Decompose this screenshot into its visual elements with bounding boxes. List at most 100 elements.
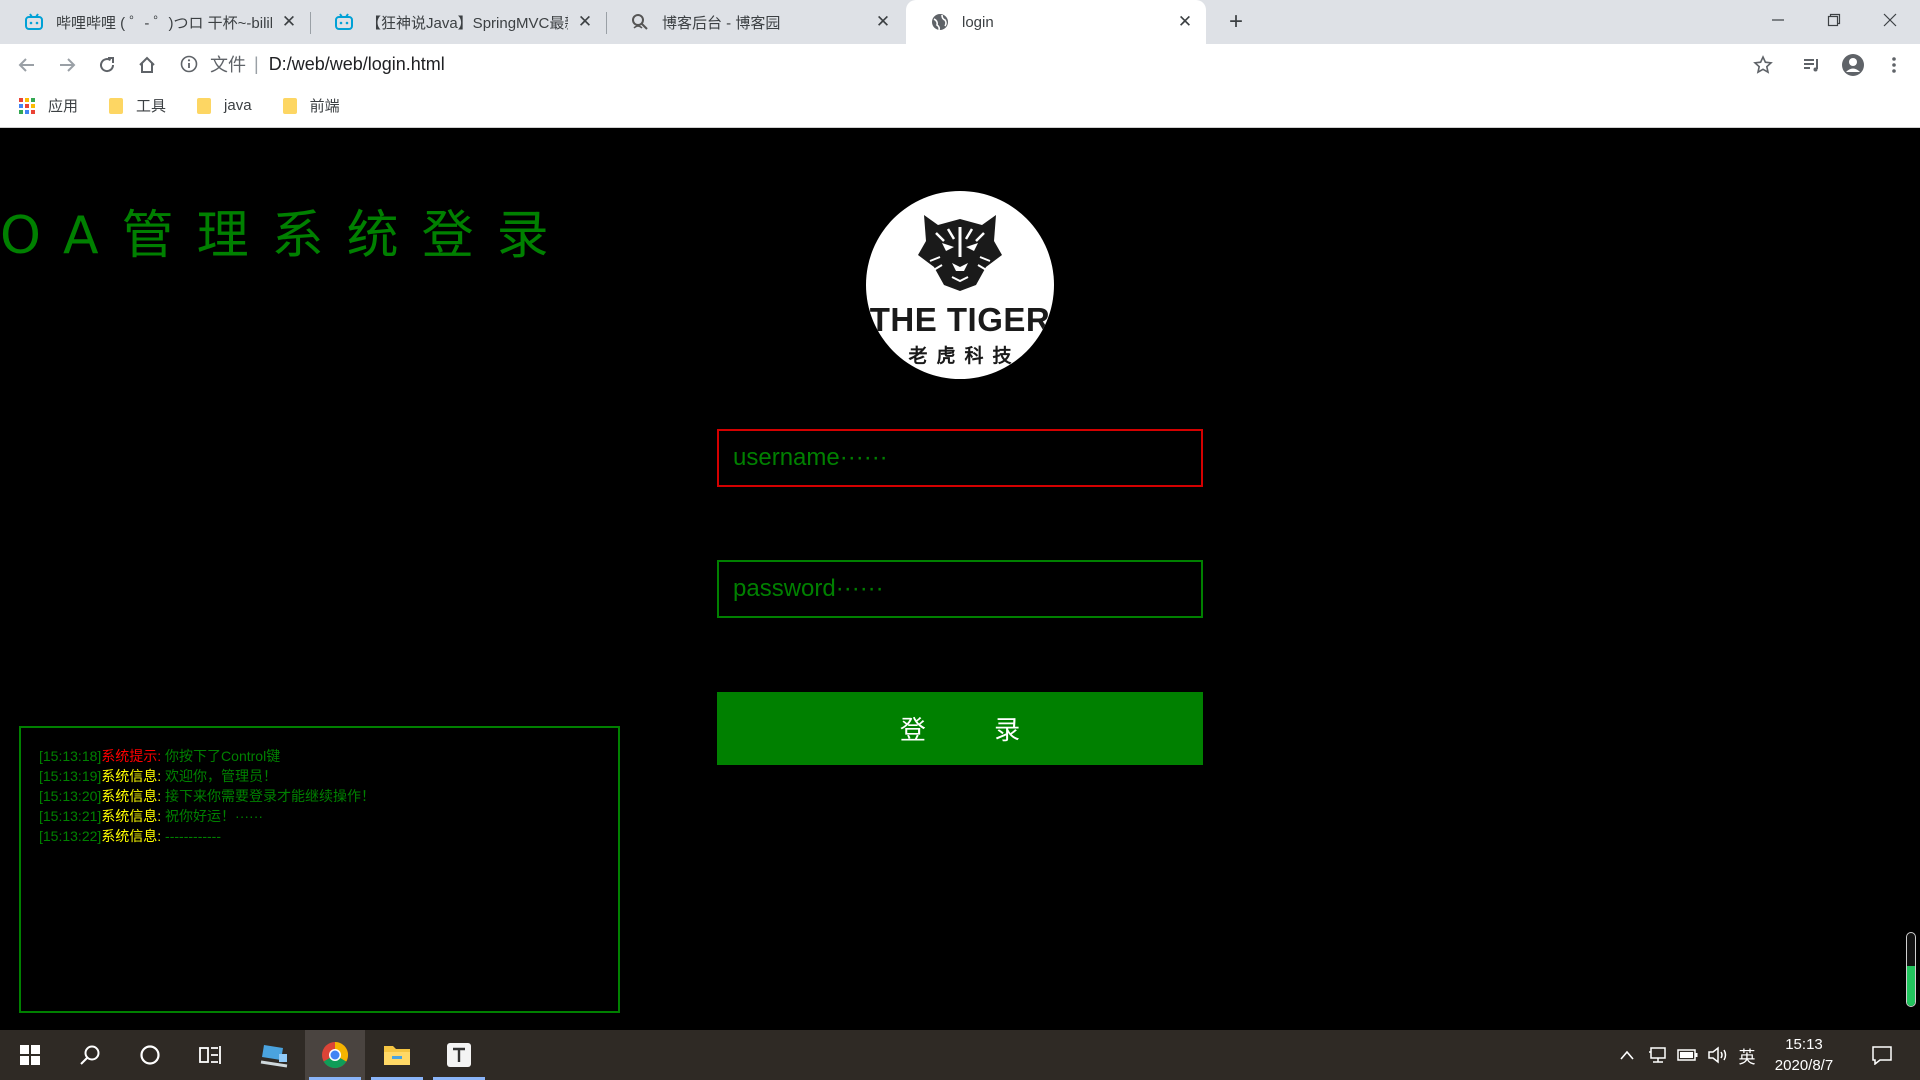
address-bar[interactable]: 文件 | D:/web/web/login.html bbox=[180, 48, 1760, 80]
bookmark-label: 应用 bbox=[48, 98, 79, 115]
tiger-head-icon bbox=[918, 215, 1002, 291]
log-time: [15:13:18] bbox=[39, 748, 102, 764]
bilibili-icon bbox=[25, 13, 43, 30]
minimize-button[interactable] bbox=[1750, 0, 1806, 40]
folder-icon bbox=[197, 97, 212, 114]
password-input[interactable] bbox=[717, 560, 1203, 618]
log-line: [15:13:21]系统信息: 祝你好运！······ bbox=[39, 806, 600, 826]
log-time: [15:13:20] bbox=[39, 788, 102, 804]
tab-title: 【狂神说Java】SpringMVC最新教程 bbox=[366, 14, 568, 32]
log-line: [15:13:20]系统信息: 接下来你需要登录才能继续操作！ bbox=[39, 786, 600, 806]
restore-icon bbox=[1827, 13, 1841, 27]
speaker-icon bbox=[1708, 1046, 1727, 1064]
volume-button[interactable] bbox=[1704, 1030, 1732, 1080]
bookmark-star-button[interactable] bbox=[1748, 50, 1778, 80]
tab-cnblogs[interactable]: 博客后台 - 博客园 ✕ bbox=[606, 0, 904, 44]
battery-button[interactable] bbox=[1674, 1030, 1702, 1080]
ime-indicator[interactable]: 英 bbox=[1734, 1030, 1760, 1080]
start-button[interactable] bbox=[0, 1030, 60, 1080]
log-label: 系统提示: bbox=[101, 748, 162, 764]
log-label: 系统信息: bbox=[101, 808, 162, 824]
network-icon bbox=[1649, 1047, 1666, 1063]
search-button[interactable] bbox=[60, 1030, 120, 1080]
close-icon[interactable]: ✕ bbox=[574, 11, 596, 33]
log-message: 你按下了Control键 bbox=[161, 748, 281, 764]
arrow-right-icon bbox=[60, 58, 76, 72]
reload-button[interactable] bbox=[92, 50, 122, 80]
tab-title: 博客后台 - 博客园 bbox=[662, 14, 781, 32]
log-label: 系统信息: bbox=[101, 768, 162, 784]
folder-icon bbox=[109, 97, 124, 114]
url-text[interactable]: D:/web/web/login.html bbox=[269, 54, 445, 75]
close-window-button[interactable] bbox=[1862, 0, 1918, 40]
globe-icon bbox=[932, 14, 948, 31]
new-tab-button[interactable]: + bbox=[1222, 8, 1250, 36]
forward-button[interactable] bbox=[52, 50, 82, 80]
bookmark-label: java bbox=[224, 97, 252, 114]
taskbar-app-chrome[interactable] bbox=[305, 1030, 365, 1080]
bookmark-folder-java[interactable]: java bbox=[196, 97, 252, 115]
username-input[interactable] bbox=[717, 429, 1203, 487]
tab-springmvc[interactable]: 【狂神说Java】SpringMVC最新教程 ✕ bbox=[310, 0, 606, 44]
file-explorer-icon bbox=[384, 1046, 410, 1065]
taskbar-clock[interactable]: 15:13 2020/8/7 bbox=[1764, 1034, 1844, 1076]
bookmark-folder-tools[interactable]: 工具 bbox=[108, 95, 166, 116]
menu-button[interactable] bbox=[1879, 50, 1909, 80]
cnblogs-icon bbox=[632, 14, 648, 30]
restore-button[interactable] bbox=[1806, 0, 1862, 40]
notification-center-button[interactable] bbox=[1862, 1030, 1902, 1080]
star-icon bbox=[1753, 55, 1773, 74]
login-button[interactable]: 登 录 bbox=[717, 692, 1203, 765]
chevron-up-icon bbox=[1620, 1050, 1634, 1060]
bookmark-label: 前端 bbox=[309, 98, 340, 115]
log-line: [15:13:19]系统信息: 欢迎你，管理员！ bbox=[39, 766, 600, 786]
profile-button[interactable] bbox=[1838, 50, 1868, 80]
log-time: [15:13:19] bbox=[39, 768, 102, 784]
home-icon bbox=[139, 56, 155, 73]
tab-title: login bbox=[962, 13, 994, 31]
page-title: OA管理系统登录 bbox=[0, 206, 572, 266]
cortana-icon bbox=[140, 1045, 160, 1065]
taskbar-app-file-explorer[interactable] bbox=[367, 1030, 427, 1080]
windows-taskbar: 英 15:13 2020/8/7 bbox=[0, 1030, 1920, 1080]
log-message: 接下来你需要登录才能继续操作！ bbox=[161, 788, 376, 804]
taskbar-app-typora[interactable] bbox=[429, 1030, 489, 1080]
tiger-logo: THE TIGER 老虎科技 bbox=[866, 191, 1054, 379]
network-button[interactable] bbox=[1644, 1030, 1672, 1080]
bookmark-apps[interactable]: 应用 bbox=[18, 95, 78, 116]
close-icon bbox=[1883, 13, 1897, 27]
tab-bilibili-home[interactable]: 哔哩哔哩 ( ゜- ゜)つロ 干杯~-bilibili ✕ bbox=[0, 0, 310, 44]
system-log-panel: [15:13:18]系统提示: 你按下了Control键 [15:13:19]系… bbox=[19, 726, 620, 1013]
back-button[interactable] bbox=[12, 50, 42, 80]
home-button[interactable] bbox=[132, 50, 162, 80]
clock-time: 15:13 bbox=[1785, 1036, 1823, 1053]
chrome-icon bbox=[322, 1041, 349, 1069]
log-message: 欢迎你，管理员！ bbox=[161, 768, 278, 784]
playlist-icon bbox=[1804, 59, 1818, 72]
remote-desktop-icon bbox=[260, 1045, 288, 1068]
logo-title: THE TIGER bbox=[869, 301, 1051, 338]
log-label: 系统信息: bbox=[101, 788, 162, 804]
browser-toolbar: 文件 | D:/web/web/login.html bbox=[0, 44, 1920, 84]
cortana-button[interactable] bbox=[120, 1030, 180, 1080]
task-view-button[interactable] bbox=[180, 1030, 240, 1080]
log-line: [15:13:18]系统提示: 你按下了Control键 bbox=[39, 746, 600, 766]
task-view-icon bbox=[199, 1046, 221, 1064]
media-control-button[interactable] bbox=[1797, 50, 1827, 80]
tray-overflow-button[interactable] bbox=[1614, 1030, 1640, 1080]
scroll-indicator[interactable] bbox=[1906, 932, 1916, 1007]
close-icon[interactable]: ✕ bbox=[1174, 11, 1196, 33]
close-icon[interactable]: ✕ bbox=[278, 11, 300, 33]
log-line: [15:13:22]系统信息: ------------ bbox=[39, 826, 600, 846]
close-icon[interactable]: ✕ bbox=[872, 11, 894, 33]
clock-date: 2020/8/7 bbox=[1774, 1057, 1834, 1074]
tab-login[interactable]: login ✕ bbox=[906, 0, 1206, 44]
more-vert-icon bbox=[1892, 57, 1896, 73]
bookmarks-bar: 应用 工具 java 前端 bbox=[0, 84, 1920, 128]
tab-strip: 哔哩哔哩 ( ゜- ゜)つロ 干杯~-bilibili ✕ 【狂神说Java】S… bbox=[0, 0, 1920, 44]
log-message: ------------ bbox=[161, 828, 222, 844]
taskbar-app-remote-desktop[interactable] bbox=[244, 1030, 304, 1080]
folder-icon bbox=[282, 97, 297, 114]
bookmark-folder-frontend[interactable]: 前端 bbox=[282, 95, 340, 116]
info-icon[interactable] bbox=[180, 55, 198, 73]
